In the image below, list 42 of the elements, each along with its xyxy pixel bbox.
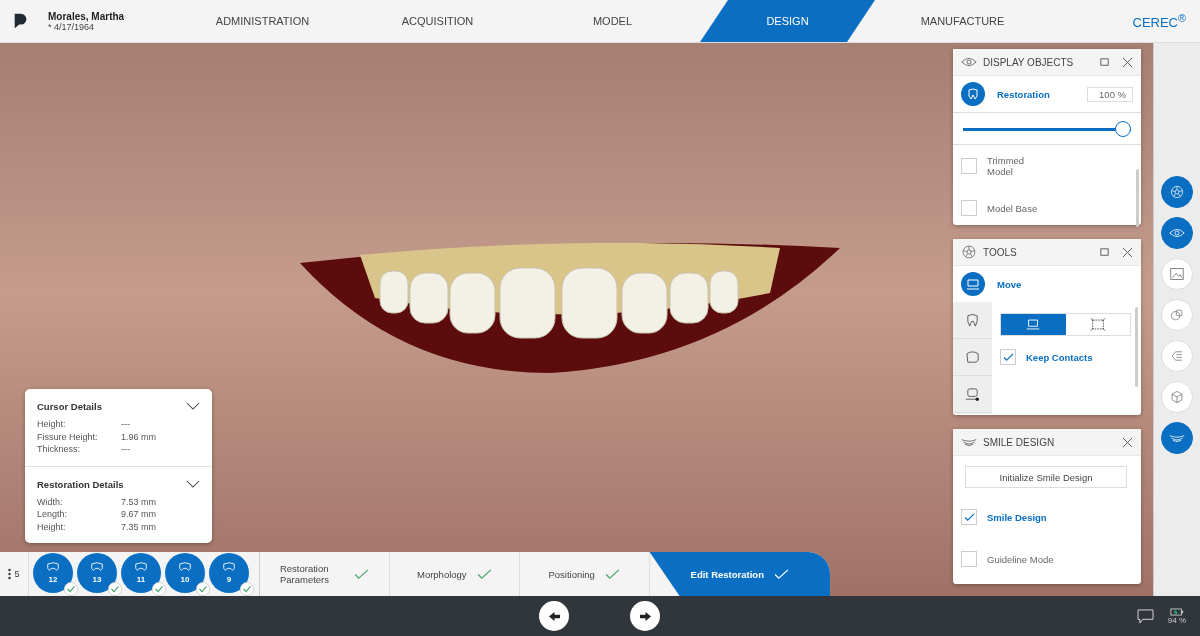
nav-tab[interactable]: ADMINISTRATION (175, 0, 350, 42)
detail-label: Length: (37, 508, 69, 521)
tooth-button[interactable]: 13 (77, 553, 117, 593)
tooth-button[interactable]: 9 (209, 553, 249, 593)
detail-label: Width: (37, 495, 64, 508)
option-label: Model Base (987, 202, 1038, 214)
birth-date: * 4/17/1964 (48, 21, 96, 32)
panel-title: SMILE DESIGN (983, 436, 1056, 448)
detail-label: Thickness: (37, 443, 81, 456)
tooth-button[interactable]: 10 (165, 553, 205, 593)
tooth-button[interactable]: 11 (121, 553, 161, 593)
workflow-step[interactable]: Edit Restoration (649, 552, 830, 596)
detail-value: --- (121, 443, 130, 456)
detail-value: --- (121, 418, 130, 431)
detail-value: 9.67 mm (121, 508, 156, 521)
detail-label: Fissure Height: (37, 430, 99, 443)
nav-tab[interactable]: MODEL (525, 0, 700, 42)
section-title: Cursor Details (37, 401, 102, 412)
section-title: Restoration Details (37, 478, 124, 490)
detail-value: 1.96 mm (121, 430, 156, 443)
option-label: Trimmed Model (987, 155, 1026, 177)
tooth-button[interactable]: 12 (33, 553, 73, 593)
detail-value: 7.53 mm (121, 495, 156, 508)
option-label: Guideline Mode (987, 553, 1054, 565)
battery-level: 94 % (1167, 615, 1186, 625)
opacity-field[interactable]: 100 % (1087, 86, 1133, 102)
detail-label: Height: (37, 418, 67, 431)
nav-tab[interactable]: MANUFACTURE (875, 0, 1050, 42)
panel-title: TOOLS (983, 246, 1018, 258)
active-tool-label: Move (997, 278, 1023, 290)
nav-tab[interactable]: ACQUISITION (350, 0, 525, 42)
option-label: Smile Design (987, 511, 1047, 523)
restoration-count: 5 (14, 569, 20, 579)
restoration-label: Restoration (997, 88, 1051, 100)
option-label: Keep Contacts (1026, 351, 1093, 363)
patient-name: Morales, Martha (48, 10, 125, 22)
panel-title: DISPLAY OBJECTS (983, 56, 1075, 68)
detail-value: 7.35 mm (121, 520, 156, 533)
initialize-button[interactable]: Initialize Smile Design (965, 466, 1127, 488)
nav-tab[interactable]: DESIGN (700, 0, 875, 42)
brand-logo: CEREC$^{®}$ (1132, 11, 1186, 31)
detail-label: Height: (37, 520, 67, 533)
